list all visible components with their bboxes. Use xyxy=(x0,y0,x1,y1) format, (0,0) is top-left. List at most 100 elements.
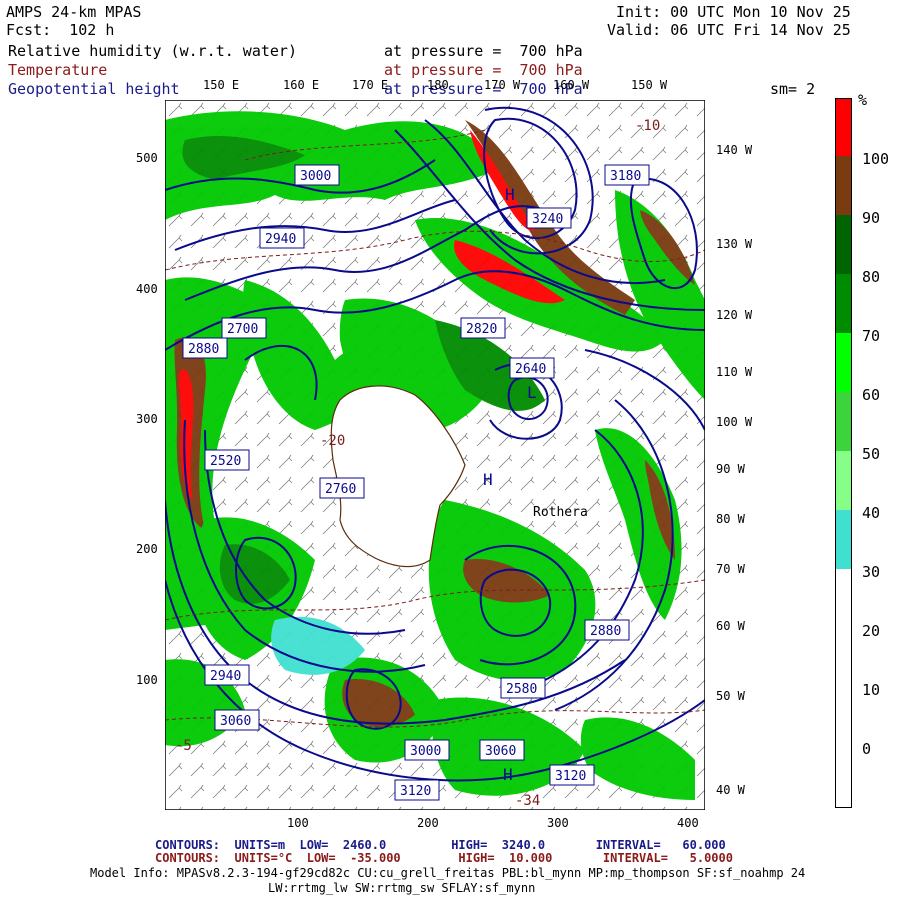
high-symbol-1: H xyxy=(483,470,493,489)
cbar-label-50: 50 xyxy=(862,445,881,463)
footer-model-info-2: LW:rrtmg_lw SW:rrtmg_sw SFLAY:sf_mynn xyxy=(268,881,536,895)
height-label-3060b: 3060 xyxy=(479,739,525,761)
cbar-seg-70 xyxy=(836,274,851,333)
x-tick-400: 400 xyxy=(677,816,699,830)
lon-right-5: 90 W xyxy=(716,462,745,476)
cbar-seg-30 xyxy=(836,510,851,569)
lon-top-1: 160 E xyxy=(283,78,320,92)
temp-label-2: -5 xyxy=(175,738,192,754)
svg-text:2880: 2880 xyxy=(188,342,219,357)
height-label-2520: 2520 xyxy=(204,449,250,471)
height-label-3240: 3240 xyxy=(526,207,572,229)
high-symbol-0: H xyxy=(505,185,515,204)
cbar-label-80: 80 xyxy=(862,268,881,286)
x-tick-300: 300 xyxy=(547,816,569,830)
low-symbol: L xyxy=(527,383,537,402)
field-rh-label: Relative humidity (w.r.t. water) xyxy=(8,42,297,60)
lon-top-5: 160 W xyxy=(553,78,590,92)
lon-right-3: 110 W xyxy=(716,365,753,379)
svg-text:2580: 2580 xyxy=(506,682,537,697)
height-label-2940: 2940 xyxy=(259,227,305,249)
height-label-2580: 2580 xyxy=(500,677,546,699)
cbar-label-70: 70 xyxy=(862,327,881,345)
cbar-seg-low xyxy=(836,569,851,807)
y-tick-400: 400 xyxy=(136,282,158,296)
cbar-label-20: 20 xyxy=(862,622,881,640)
cbar-label-40: 40 xyxy=(862,504,881,522)
y-tick-300: 300 xyxy=(136,412,158,426)
y-tick-500: 500 xyxy=(136,151,158,165)
height-label-2940b: 2940 xyxy=(204,664,250,686)
cbar-label-90: 90 xyxy=(862,209,881,227)
height-label-3120b: 3120 xyxy=(549,764,595,786)
forecast-hour: Fcst: 102 h xyxy=(6,21,115,39)
high-symbol-2: H xyxy=(503,765,513,784)
place-rothera: Rothera xyxy=(533,505,588,520)
field-temp-level: at pressure = 700 hPa xyxy=(384,61,583,79)
height-label-3000: 3000 xyxy=(294,164,340,186)
cbar-seg-100 xyxy=(836,99,851,156)
temp-label-3: -10 xyxy=(635,118,660,134)
lon-right-2: 120 W xyxy=(716,308,753,322)
lon-right-7: 70 W xyxy=(716,562,745,576)
svg-text:2760: 2760 xyxy=(325,482,356,497)
lon-right-6: 80 W xyxy=(716,512,745,526)
svg-text:2880: 2880 xyxy=(590,624,621,639)
x-tick-100: 100 xyxy=(287,816,309,830)
lon-right-10: 40 W xyxy=(716,783,745,797)
height-label-2880: 2880 xyxy=(182,337,228,359)
svg-text:2520: 2520 xyxy=(210,454,241,469)
cbar-seg-90 xyxy=(836,156,851,215)
lon-top-4: 170 W xyxy=(484,78,521,92)
field-height-label: Geopotential height xyxy=(8,80,180,98)
svg-text:2640: 2640 xyxy=(515,362,546,377)
height-label-3180: 3180 xyxy=(604,164,650,186)
height-label-2640: 2640 xyxy=(509,357,555,379)
colorbar xyxy=(835,98,852,808)
field-temp-label: Temperature xyxy=(8,61,108,79)
footer-height-contours: CONTOURS: UNITS=m LOW= 2460.0 HIGH= 3240… xyxy=(155,838,726,852)
model-title: AMPS 24-km MPAS xyxy=(6,3,142,21)
lon-right-1: 130 W xyxy=(716,237,753,251)
svg-text:3000: 3000 xyxy=(300,169,331,184)
cbar-label-0: 0 xyxy=(862,740,872,758)
height-label-2880b: 2880 xyxy=(584,619,630,641)
y-tick-100: 100 xyxy=(136,673,158,687)
rh-map-panel: 3180 3240 3000 2880 2820 2760 2700 2640 … xyxy=(165,100,705,810)
svg-text:2700: 2700 xyxy=(227,322,258,337)
footer-temp-contours: CONTOURS: UNITS=°C LOW= -35.000 HIGH= 10… xyxy=(155,851,733,865)
field-rh-level: at pressure = 700 hPa xyxy=(384,42,583,60)
cbar-label-100: 100 xyxy=(862,150,890,168)
svg-text:3120: 3120 xyxy=(400,784,431,799)
cbar-seg-80 xyxy=(836,215,851,274)
svg-text:2820: 2820 xyxy=(466,322,497,337)
lon-right-8: 60 W xyxy=(716,619,745,633)
lon-right-9: 50 W xyxy=(716,689,745,703)
y-tick-200: 200 xyxy=(136,542,158,556)
colorbar-unit: % xyxy=(858,91,868,109)
svg-text:3180: 3180 xyxy=(610,169,641,184)
cbar-label-30: 30 xyxy=(862,563,881,581)
svg-text:3060: 3060 xyxy=(485,744,516,759)
cbar-seg-50 xyxy=(836,392,851,451)
cbar-label-10: 10 xyxy=(862,681,881,699)
height-label-2700: 2700 xyxy=(221,317,267,339)
lon-top-6: 150 W xyxy=(631,78,668,92)
lon-top-0: 150 E xyxy=(203,78,240,92)
cbar-seg-60 xyxy=(836,333,851,392)
init-time: Init: 00 UTC Mon 10 Nov 25 xyxy=(616,3,851,21)
svg-text:3060: 3060 xyxy=(220,714,251,729)
svg-text:2940: 2940 xyxy=(210,669,241,684)
lon-right-4: 100 W xyxy=(716,415,753,429)
valid-time: Valid: 06 UTC Fri 14 Nov 25 xyxy=(607,21,851,39)
lon-top-2: 170 E xyxy=(352,78,389,92)
height-label-2760: 2760 xyxy=(319,477,365,499)
svg-text:3000: 3000 xyxy=(410,744,441,759)
temp-label-0: -20 xyxy=(320,433,345,449)
temp-label-1: -34 xyxy=(515,793,540,809)
height-label-2820: 2820 xyxy=(460,317,506,339)
cbar-seg-40 xyxy=(836,451,851,510)
lon-top-3: 180 xyxy=(427,78,449,92)
cbar-label-60: 60 xyxy=(862,386,881,404)
svg-text:3120: 3120 xyxy=(555,769,586,784)
